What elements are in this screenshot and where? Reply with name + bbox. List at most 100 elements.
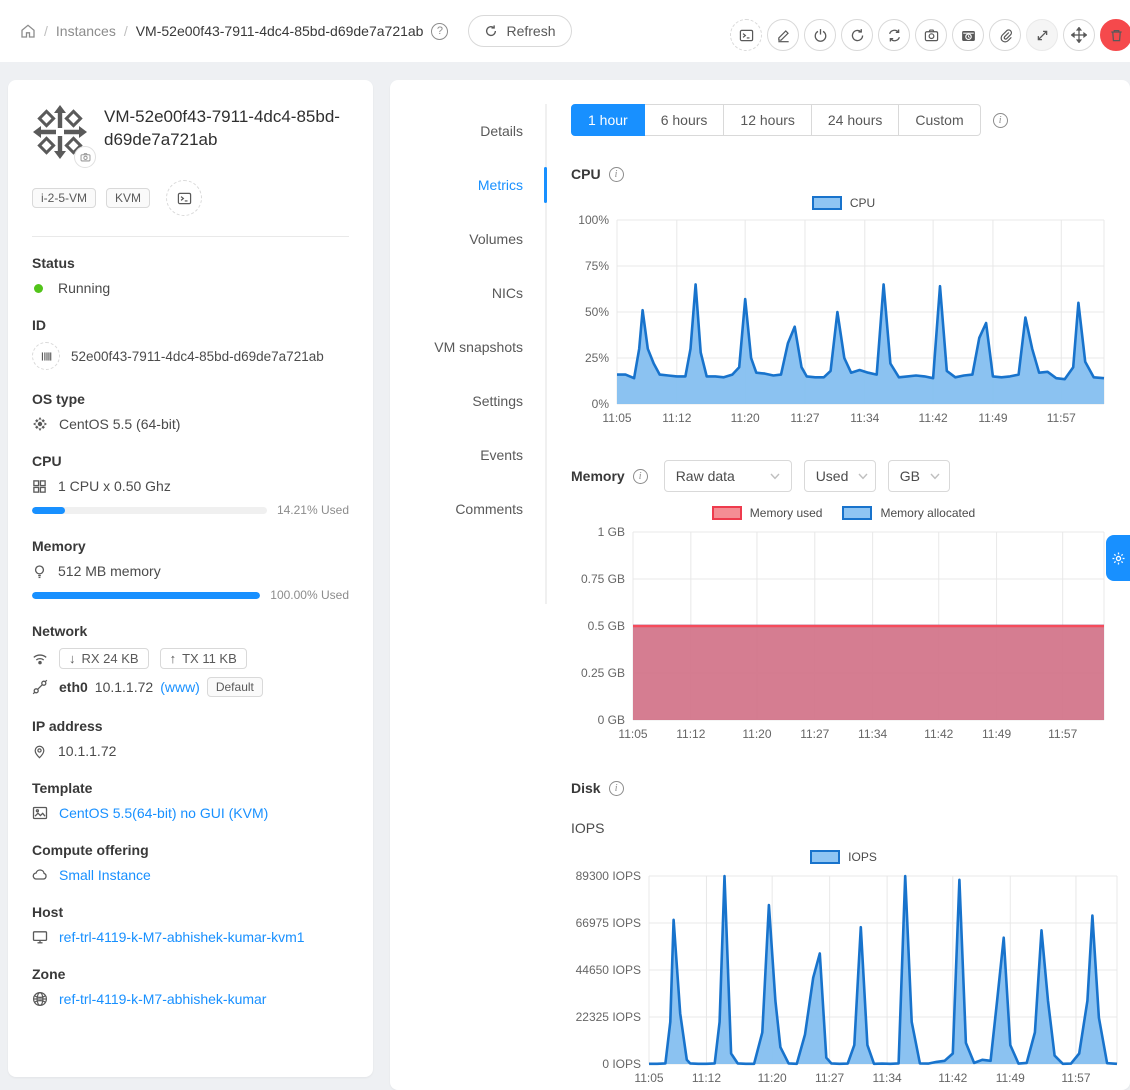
destroy-button[interactable] [1100, 19, 1130, 51]
id-section: ID 52e00f43-7911-4dc4-85bd-d69de7a721ab [32, 317, 349, 370]
vm-detail-panel: DetailsMetricsVolumesNICsVM snapshotsSet… [390, 80, 1130, 1090]
template-link[interactable]: CentOS 5.5(64-bit) no GUI (KVM) [59, 805, 268, 821]
memory-info-icon[interactable]: i [633, 469, 648, 484]
svg-text:100%: 100% [578, 213, 609, 227]
arrow-up-icon: ↑ [170, 651, 177, 666]
svg-text:11:34: 11:34 [858, 727, 887, 741]
cpu-grid-icon [32, 479, 47, 494]
tab-comments[interactable]: Comments [390, 482, 547, 536]
edit-button[interactable] [767, 19, 799, 51]
range-12-hours[interactable]: 12 hours [724, 104, 811, 136]
cpu-chart-legend[interactable]: CPU [571, 196, 1116, 210]
time-range-group: 1 hour6 hours12 hours24 hoursCustom [571, 104, 981, 136]
zone-link[interactable]: ref-trl-4119-k-M7-abhishek-kumar [59, 991, 266, 1007]
tab-events[interactable]: Events [390, 428, 547, 482]
terminal-icon [739, 28, 754, 43]
svg-text:11:42: 11:42 [938, 1071, 967, 1085]
vm-tags: i-2-5-VMKVM [32, 180, 349, 216]
memory-value: 512 MB memory [58, 563, 161, 579]
tab-settings[interactable]: Settings [390, 374, 547, 428]
power-icon [813, 28, 828, 43]
picture-icon [32, 805, 48, 821]
host-link[interactable]: ref-trl-4119-k-M7-abhishek-kumar-kvm1 [59, 929, 305, 945]
expand-icon [1035, 28, 1050, 43]
range-1-hour[interactable]: 1 hour [571, 104, 645, 136]
bulb-icon [32, 564, 47, 579]
snapshot-button[interactable] [915, 19, 947, 51]
svg-text:11:49: 11:49 [982, 727, 1011, 741]
camera-icon [924, 28, 939, 43]
tab-vm-snapshots[interactable]: VM snapshots [390, 320, 547, 374]
reload-icon [484, 24, 498, 38]
reload-icon [850, 28, 865, 43]
console-button[interactable] [730, 19, 762, 51]
memory-chart-legend[interactable]: Memory used Memory allocated [571, 506, 1116, 520]
tab-details[interactable]: Details [390, 104, 547, 158]
svg-text:0%: 0% [592, 397, 610, 411]
nic-name: eth0 [59, 679, 88, 695]
camera-clock-icon [961, 28, 976, 43]
cpu-chart: CPU 11:0511:1211:2011:2711:3411:4211:491… [571, 196, 1116, 434]
cpu-chart-plot: 11:0511:1211:2011:2711:3411:4211:4911:57… [571, 212, 1116, 434]
camera-badge-icon[interactable] [74, 146, 96, 168]
recurring-snapshot-button[interactable] [952, 19, 984, 51]
tab-nics[interactable]: NICs [390, 266, 547, 320]
svg-text:11:42: 11:42 [924, 727, 953, 741]
vm-tag: KVM [106, 188, 150, 208]
ip-section: IP address 10.1.1.72 [32, 718, 349, 759]
offering-link[interactable]: Small Instance [59, 867, 151, 883]
vertical-tabs: DetailsMetricsVolumesNICsVM snapshotsSet… [390, 104, 547, 536]
vm-title: VM-52e00f43-7911-4dc4-85bd-d69de7a721ab [104, 104, 349, 162]
arrow-down-icon: ↓ [69, 651, 76, 666]
cpu-info-icon[interactable]: i [609, 167, 624, 182]
svg-text:11:34: 11:34 [873, 1071, 902, 1085]
migrate-button[interactable] [1063, 19, 1095, 51]
chevron-down-icon [770, 473, 780, 480]
attach-iso-button[interactable] [989, 19, 1021, 51]
svg-text:11:57: 11:57 [1047, 411, 1076, 425]
memory-select-0[interactable]: Raw data [664, 460, 792, 492]
breadcrumb: / Instances / VM-52e00f43-7911-4dc4-85bd… [20, 15, 572, 47]
console-tag-button[interactable] [166, 180, 202, 216]
offering-section: Compute offering Small Instance [32, 842, 349, 883]
reboot-button[interactable] [841, 19, 873, 51]
breadcrumb-instances[interactable]: Instances [56, 23, 116, 39]
os-logo [32, 104, 90, 162]
svg-text:11:12: 11:12 [676, 727, 705, 741]
svg-text:11:49: 11:49 [978, 411, 1007, 425]
reinstall-button[interactable] [878, 19, 910, 51]
disk-chart-title: Disk [571, 780, 601, 796]
nic-ip: 10.1.1.72 [95, 679, 153, 695]
tab-metrics[interactable]: Metrics [390, 158, 547, 212]
info-icon[interactable]: i [993, 113, 1008, 128]
iops-chart: IOPS 11:0511:1211:2011:2711:3411:4211:49… [571, 850, 1116, 1090]
svg-text:11:12: 11:12 [692, 1071, 721, 1085]
iops-subtitle: IOPS [571, 820, 1116, 836]
tab-volumes[interactable]: Volumes [390, 212, 547, 266]
memory-select-2[interactable]: GB [888, 460, 950, 492]
iops-chart-legend[interactable]: IOPS [571, 850, 1116, 864]
range-24-hours[interactable]: 24 hours [812, 104, 899, 136]
vm-info-panel: VM-52e00f43-7911-4dc4-85bd-d69de7a721ab … [8, 80, 373, 1077]
memory-select-1[interactable]: Used [804, 460, 876, 492]
legend-memory-used[interactable]: Memory used [712, 506, 823, 520]
pencil-icon [776, 28, 791, 43]
range-6-hours[interactable]: 6 hours [645, 104, 725, 136]
disk-info-icon[interactable]: i [609, 781, 624, 796]
stop-button[interactable] [804, 19, 836, 51]
chevron-down-icon [858, 473, 868, 480]
refresh-button[interactable]: Refresh [468, 15, 571, 47]
legend-cpu[interactable]: CPU [812, 196, 875, 210]
svg-text:11:57: 11:57 [1048, 727, 1077, 741]
legend-memory-allocated[interactable]: Memory allocated [842, 506, 975, 520]
home-icon[interactable] [20, 23, 36, 39]
memory-chart-plot: 11:0511:1211:2011:2711:3411:4211:4911:57… [571, 522, 1116, 750]
nic-default-tag: Default [207, 677, 263, 697]
memory-section: Memory 512 MB memory 100.00% Used [32, 538, 349, 602]
settings-drawer-button[interactable] [1106, 535, 1130, 581]
legend-iops[interactable]: IOPS [810, 850, 877, 864]
metrics-pane: 1 hour6 hours12 hours24 hoursCustom i CP… [571, 104, 1116, 1090]
nic-network-link[interactable]: (www) [160, 679, 200, 695]
range-custom[interactable]: Custom [899, 104, 980, 136]
question-circle-icon[interactable]: ? [431, 23, 448, 40]
